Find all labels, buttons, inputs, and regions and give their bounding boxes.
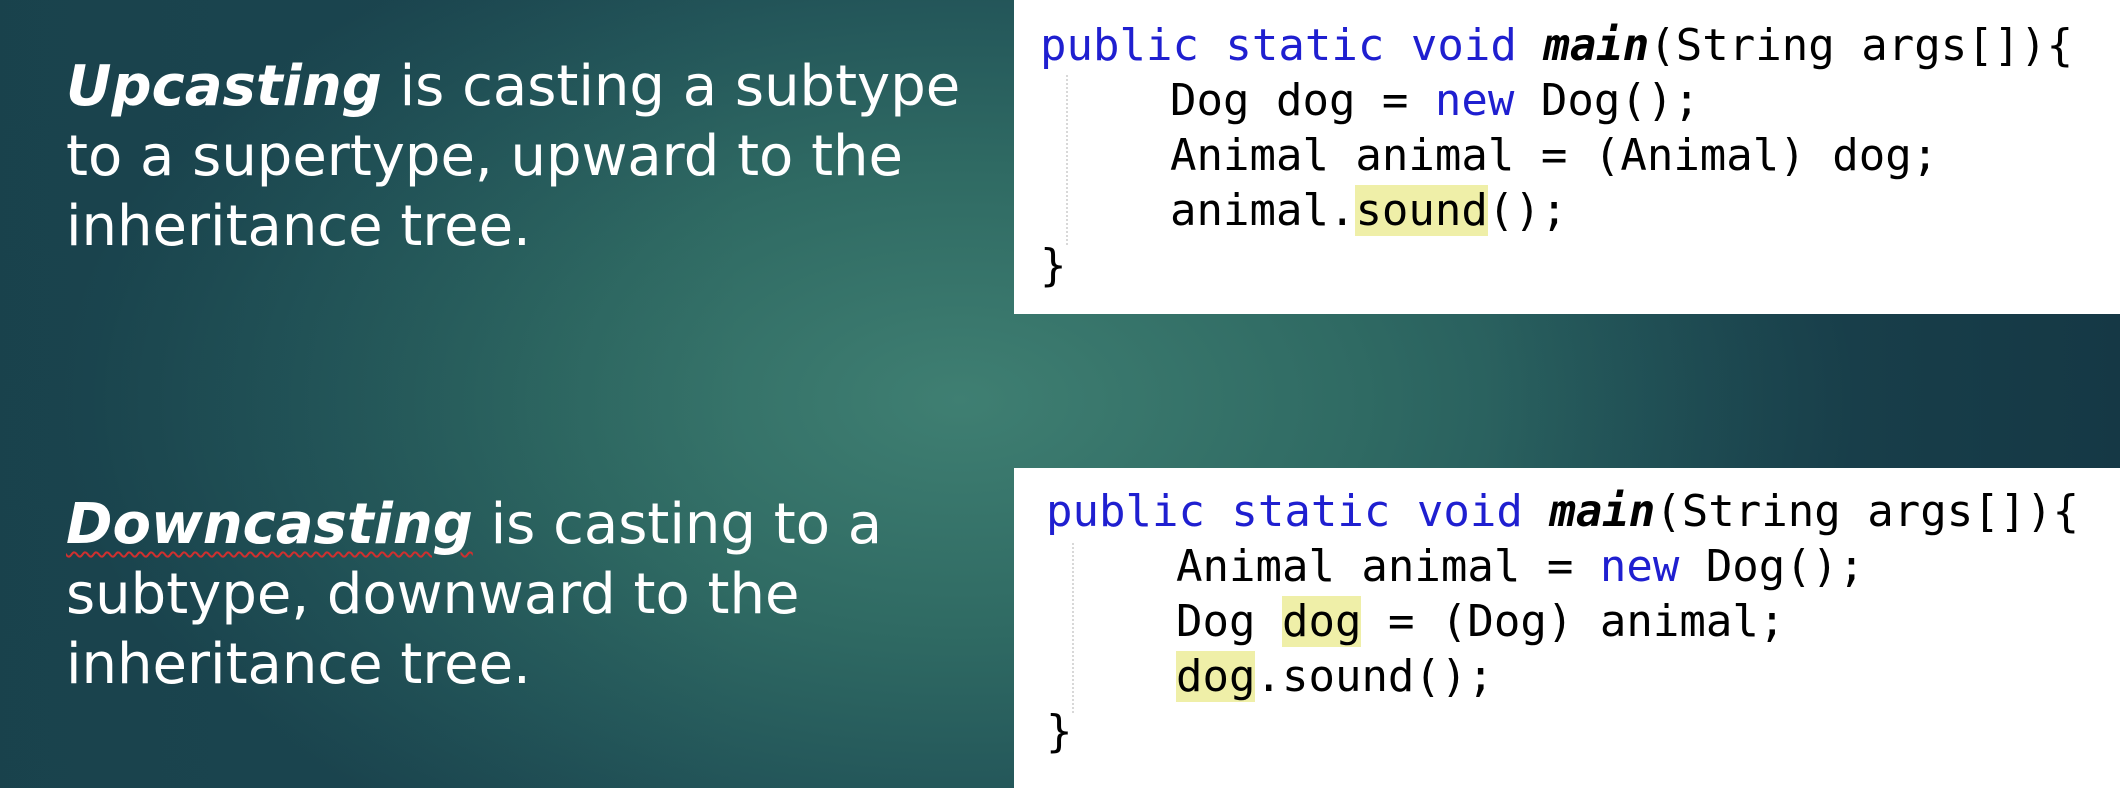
code-keyword: new [1599,541,1680,592]
downcasting-term: Downcasting [66,492,473,557]
code-text: animal. [1170,185,1356,236]
code-text: (String args[]){ [1655,486,2080,537]
upcasting-line-3: inheritance tree. [66,194,531,259]
code-line-3: Animal animal = (Animal) dog; [1170,130,1939,181]
code-line-3: Dog dog = (Dog) animal; [1176,594,1785,649]
code-line-signature: public static void main(String args[]){ [1040,18,2073,73]
code-line-close: } [1040,240,1067,291]
code-keyword: public static void [1046,486,1550,537]
code-line-2: Animal animal = new Dog(); [1176,539,1865,594]
downcasting-line-1: Downcasting is casting to a [66,490,882,560]
code-keyword: public static void [1040,20,1544,71]
upcasting-line-1: Upcasting is casting a subtype [66,52,960,122]
code-method-name: main [1543,20,1650,71]
upcast-code-panel: public static void main(String args[]){ … [1014,0,2120,314]
code-highlight: dog [1176,651,1256,702]
downcasting-description: Downcasting is casting to a subtype, dow… [66,490,882,700]
downcasting-line-1-text: is casting to a [472,492,883,557]
code-line-4: animal.sound(); [1170,183,1567,238]
code-text: Animal animal = [1176,541,1600,592]
downcast-code-panel: public static void main(String args[]){ … [1014,468,2120,788]
code-line-close: } [1046,706,1073,757]
code-text: .sound(); [1255,651,1494,702]
code-line-signature: public static void main(String args[]){ [1046,484,2079,539]
code-keyword: new [1434,75,1515,126]
indent-guide [1066,75,1068,245]
code-text: Dog(); [1514,75,1700,126]
code-highlight: sound [1355,185,1488,236]
code-line-2: Dog dog = new Dog(); [1170,73,1700,128]
code-text: = (Dog) animal; [1361,596,1786,647]
code-text: Dog dog = [1170,75,1435,126]
code-text: (); [1487,185,1568,236]
upcasting-term: Upcasting [66,54,382,119]
downcasting-line-3: inheritance tree. [66,632,531,697]
downcasting-line-2: subtype, downward to the [66,562,800,627]
upcasting-line-1-text: is casting a subtype [381,54,961,119]
code-text: Dog(); [1679,541,1865,592]
upcasting-description: Upcasting is casting a subtype to a supe… [66,52,960,262]
indent-guide [1072,543,1074,713]
code-method-name: main [1549,486,1656,537]
upcasting-line-2: to a supertype, upward to the [66,124,903,189]
code-line-4: dog.sound(); [1176,649,1494,704]
code-highlight: dog [1281,596,1362,647]
code-text: (String args[]){ [1649,20,2074,71]
code-text: Dog [1176,596,1282,647]
